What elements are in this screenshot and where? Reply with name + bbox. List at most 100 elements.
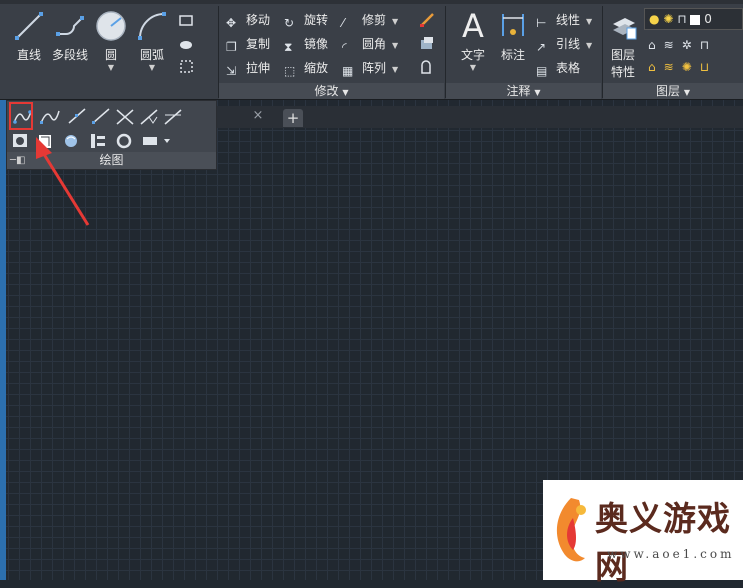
linear-label: 线性 [556,13,581,27]
polyline-button[interactable]: 多段线 [47,10,93,63]
layer-properties-button[interactable]: 图层 特性 [600,10,646,80]
dimension-button[interactable]: 标注 [490,10,536,63]
move-button[interactable]: ✥ 移动 [226,10,270,30]
arc-label: 圆弧 [139,48,164,62]
line-label: 直线 [16,48,41,62]
layer-properties-label-1: 图层 [610,48,635,62]
trim-button[interactable]: ⁄ 修剪 ▼ [342,10,398,30]
table-draw-icon[interactable] [143,137,170,145]
text-label: 文字 [460,48,485,62]
circle-icon [96,11,126,41]
layer-properties-label-2: 特性 [610,65,635,79]
layer-unisolate-icon[interactable]: ≋ [664,60,682,74]
new-tab-button[interactable]: + [283,109,303,127]
ellipse-icon[interactable] [116,133,132,149]
table-label: 表格 [556,61,581,75]
annotation-panel-title[interactable]: 注释 ▼ [446,83,601,99]
fillet-dropdown-icon[interactable]: ▼ [392,41,398,50]
hatch-icon[interactable] [178,35,196,53]
text-dropdown-icon[interactable]: ▼ [450,63,496,73]
measure-icon[interactable] [164,109,182,125]
linear-dim-icon: ⊢ [536,15,547,30]
close-tab-icon[interactable]: × [250,108,266,124]
array-icon: ▦ [342,63,354,78]
layer-thaw-icon[interactable]: ✺ [682,60,700,74]
layer-freeze-icon[interactable]: ✲ [682,38,700,52]
array-dropdown-icon[interactable]: ▼ [392,65,398,74]
circle-dropdown-icon[interactable]: ▼ [88,63,134,73]
array-label: 阵列 [362,61,387,75]
highlight-box [9,102,33,130]
stretch-icon: ⇲ [226,63,237,78]
line-button[interactable]: 直线 [6,10,52,63]
line-icon [15,12,43,40]
current-layer-name: 0 [704,12,712,26]
draw-title-label: 绘图 [99,153,124,167]
copy-icon: ❐ [226,39,237,54]
trim-icon: ⁄ [342,15,345,30]
layers-panel-title[interactable]: 图层 ▼ [603,83,743,99]
red-arrow-annotation [36,137,90,226]
scale-label: 缩放 [304,61,329,75]
mirror-button[interactable]: ⧗ 镜像 [284,34,328,54]
layer-tools-row-1: ⌂≋✲⊓ [648,38,717,52]
multiple-points-icon[interactable] [116,109,134,125]
mirror-label: 镜像 [304,37,329,51]
ray-icon[interactable] [92,108,110,124]
watermark: 奥义游戏网 www.aoe1.com [543,480,743,586]
flyout-row-1 [13,108,182,125]
layer-isolate-icon[interactable]: ≋ [664,38,682,52]
rotate-button[interactable]: ↻ 旋转 [284,10,328,30]
rectangle-icon[interactable] [178,12,196,30]
pin-icon[interactable]: ─◧ [10,152,25,169]
watermark-text: 奥义游戏网 [595,499,731,586]
modify-panel-title[interactable]: 修改 ▼ [219,83,444,99]
layers-expand-icon: ▼ [683,88,690,97]
explode-icon[interactable] [418,35,436,53]
layer-properties-icon [613,18,637,40]
table-button[interactable]: ▤ 表格 [536,58,580,78]
layer-on-icon[interactable]: ⌂ [648,60,664,74]
ribbon: 直线 多段线 圆 ▼ 圆弧 ▼ ✥ 移动 ↻ 旋转 ⁄ 修剪 ▼ ❐ 复制 ⧗ … [0,0,743,100]
fillet-button[interactable]: ◜ 圆角 ▼ [342,34,398,54]
watermark-url: www.aoe1.com [607,547,735,561]
polyline-label: 多段线 [51,48,88,62]
rotate-icon: ↻ [284,15,295,30]
circle-button[interactable]: 圆 ▼ [88,10,134,73]
scale-button[interactable]: ⬚ 缩放 [284,58,328,78]
boundary-icon[interactable] [178,58,196,76]
move-icon: ✥ [226,15,237,30]
fillet-label: 圆角 [362,37,387,51]
layer-selector[interactable]: ● ✺ ⊓ 0 [644,8,743,30]
annotation-title-label: 注释 [506,84,531,98]
trim-dropdown-icon[interactable]: ▼ [392,17,398,26]
array-button[interactable]: ▦ 阵列 ▼ [342,58,398,78]
divide-icon[interactable] [140,109,158,125]
layer-lock-icon[interactable]: ⊓ [700,38,717,52]
arc-dropdown-icon[interactable]: ▼ [129,63,175,73]
modify-title-label: 修改 [314,84,339,98]
layer-color-swatch [690,14,701,25]
lightbulb-icon: ● [649,12,660,26]
stretch-button[interactable]: ⇲ 拉伸 [226,58,270,78]
polyline-icon [56,16,84,36]
offset-icon[interactable] [418,59,436,77]
layer-off-icon[interactable]: ⌂ [648,38,664,52]
layer-unlock-icon[interactable]: ⊔ [700,60,717,74]
region-icon[interactable] [13,134,27,147]
leader-button[interactable]: ↗ 引线 ▼ [536,34,592,54]
copy-button[interactable]: ❐ 复制 [226,34,270,54]
layers-title-label: 图层 [656,84,681,98]
leader-dropdown-icon[interactable]: ▼ [586,41,592,50]
leader-label: 引线 [556,37,581,51]
construction-line-icon[interactable] [68,108,86,124]
mirror-icon: ⧗ [284,39,293,54]
linear-dropdown-icon[interactable]: ▼ [586,17,592,26]
modify-expand-icon: ▼ [342,88,349,97]
sun-icon: ✺ [663,12,674,26]
erase-icon[interactable] [418,11,436,29]
spline-cv-icon[interactable] [40,110,60,124]
linear-button[interactable]: ⊢ 线性 ▼ [536,10,592,30]
arc-button[interactable]: 圆弧 ▼ [129,10,175,73]
ribbon-tab-strip [0,0,743,4]
